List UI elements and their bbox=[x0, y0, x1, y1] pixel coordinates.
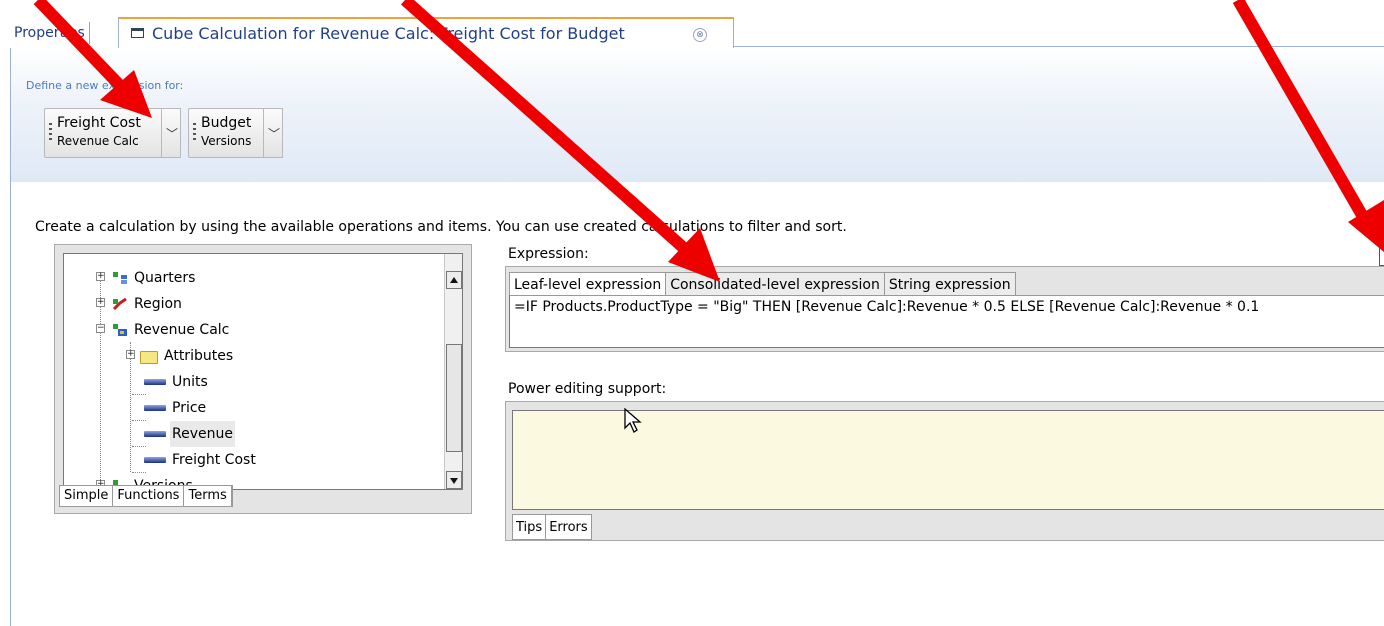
instruction-text: Create a calculation by using the availa… bbox=[35, 219, 847, 235]
selector-sub-label: Versions bbox=[201, 134, 252, 148]
tab-strip-divider bbox=[733, 46, 1384, 47]
dimension-hierarchy-icon bbox=[113, 272, 127, 284]
tab-terms[interactable]: Terms bbox=[184, 486, 232, 506]
tree-item-label: Quarters bbox=[134, 270, 196, 286]
tab-errors[interactable]: Errors bbox=[546, 514, 592, 540]
tree-scrollbar[interactable] bbox=[444, 254, 462, 489]
tree-item-label: Attributes bbox=[164, 348, 234, 364]
expand-icon[interactable]: + bbox=[96, 272, 105, 281]
power-editing-label: Power editing support: bbox=[508, 381, 667, 397]
selector-sub-label: Revenue Calc bbox=[57, 134, 139, 148]
scroll-thumb[interactable] bbox=[446, 344, 462, 452]
selector-main-label: Budget bbox=[201, 115, 252, 131]
tree-connector bbox=[100, 276, 101, 489]
arrow-up-icon bbox=[450, 277, 458, 283]
maximize-button[interactable] bbox=[1379, 244, 1384, 266]
tree-item-label: Revenue Calc bbox=[134, 322, 230, 338]
tree-item-label: Freight Cost bbox=[172, 452, 256, 468]
chevron-down-icon: ﹀ bbox=[166, 127, 179, 141]
expression-text[interactable]: =IF Products.ProductType = "Big" THEN [R… bbox=[514, 299, 1259, 315]
cube-calc-icon bbox=[113, 324, 127, 336]
tree-item-label: Region bbox=[134, 296, 182, 312]
tab-properties[interactable]: Properties bbox=[10, 22, 90, 44]
tab-properties-label: Properties bbox=[14, 25, 85, 41]
tree-item-label: Price bbox=[172, 400, 207, 416]
tab-consolidated-level-expression[interactable]: Consolidated-level expression bbox=[665, 272, 884, 296]
expression-tabs: Leaf-level expression Consolidated-level… bbox=[509, 272, 1016, 296]
tree-item-label: Revenue bbox=[170, 421, 235, 447]
drag-grip-icon[interactable] bbox=[49, 123, 52, 141]
selector-main-label: Freight Cost bbox=[57, 115, 141, 131]
expression-label: Expression: bbox=[508, 246, 589, 262]
define-expression-label: Define a new expression for: bbox=[26, 79, 184, 92]
power-editing-tabs: Tips Errors bbox=[512, 514, 592, 540]
expression-editor[interactable]: =IF Products.ProductType = "Big" THEN [R… bbox=[509, 295, 1384, 348]
tab-cube-calculation[interactable]: Cube Calculation for Revenue Calc: Freig… bbox=[118, 17, 734, 48]
tab-tips[interactable]: Tips bbox=[512, 514, 547, 540]
selector-dropdown-budget[interactable]: ﹀ bbox=[263, 108, 283, 158]
expand-icon[interactable]: + bbox=[96, 298, 105, 307]
editor-tab-strip: Properties Cube Calculation for Revenue … bbox=[0, 0, 1384, 48]
scroll-up-button[interactable] bbox=[446, 271, 462, 289]
mouse-pointer-icon bbox=[624, 408, 642, 433]
collapse-icon[interactable]: − bbox=[96, 324, 105, 333]
tab-cube-calculation-label: Cube Calculation for Revenue Calc: Freig… bbox=[152, 24, 625, 43]
measure-icon bbox=[144, 379, 166, 385]
arrow-down-icon bbox=[450, 478, 458, 484]
scroll-down-button[interactable] bbox=[446, 471, 462, 489]
terms-tree: + Quarters + Region − Revenue Calc + Att… bbox=[63, 253, 463, 490]
tab-simple[interactable]: Simple bbox=[60, 486, 114, 506]
drag-grip-icon[interactable] bbox=[193, 123, 196, 141]
tree-connector bbox=[132, 446, 146, 447]
expand-icon[interactable]: + bbox=[126, 350, 135, 359]
tree-connector bbox=[132, 394, 146, 395]
terms-panel: + Quarters + Region − Revenue Calc + Att… bbox=[54, 244, 472, 514]
tab-string-expression[interactable]: String expression bbox=[883, 272, 1016, 296]
tree-connector bbox=[132, 420, 146, 421]
window-icon bbox=[131, 28, 144, 38]
tree-item-label: Units bbox=[172, 374, 208, 390]
measure-icon bbox=[144, 431, 166, 437]
dimension-icon bbox=[112, 297, 127, 311]
terms-panel-tabs: Simple Functions Terms bbox=[59, 485, 233, 507]
selector-dropdown-freight-cost[interactable]: ﹀ bbox=[161, 108, 181, 158]
measure-icon bbox=[144, 457, 166, 463]
tree-connector bbox=[130, 342, 131, 472]
measure-icon bbox=[144, 405, 166, 411]
chevron-down-icon: ﹀ bbox=[268, 127, 281, 141]
close-icon[interactable]: ⊗ bbox=[693, 28, 707, 42]
expression-panel: Leaf-level expression Consolidated-level… bbox=[505, 266, 1384, 352]
tab-functions[interactable]: Functions bbox=[113, 486, 185, 506]
folder-icon bbox=[140, 351, 158, 364]
tab-leaf-level-expression[interactable]: Leaf-level expression bbox=[509, 272, 666, 296]
